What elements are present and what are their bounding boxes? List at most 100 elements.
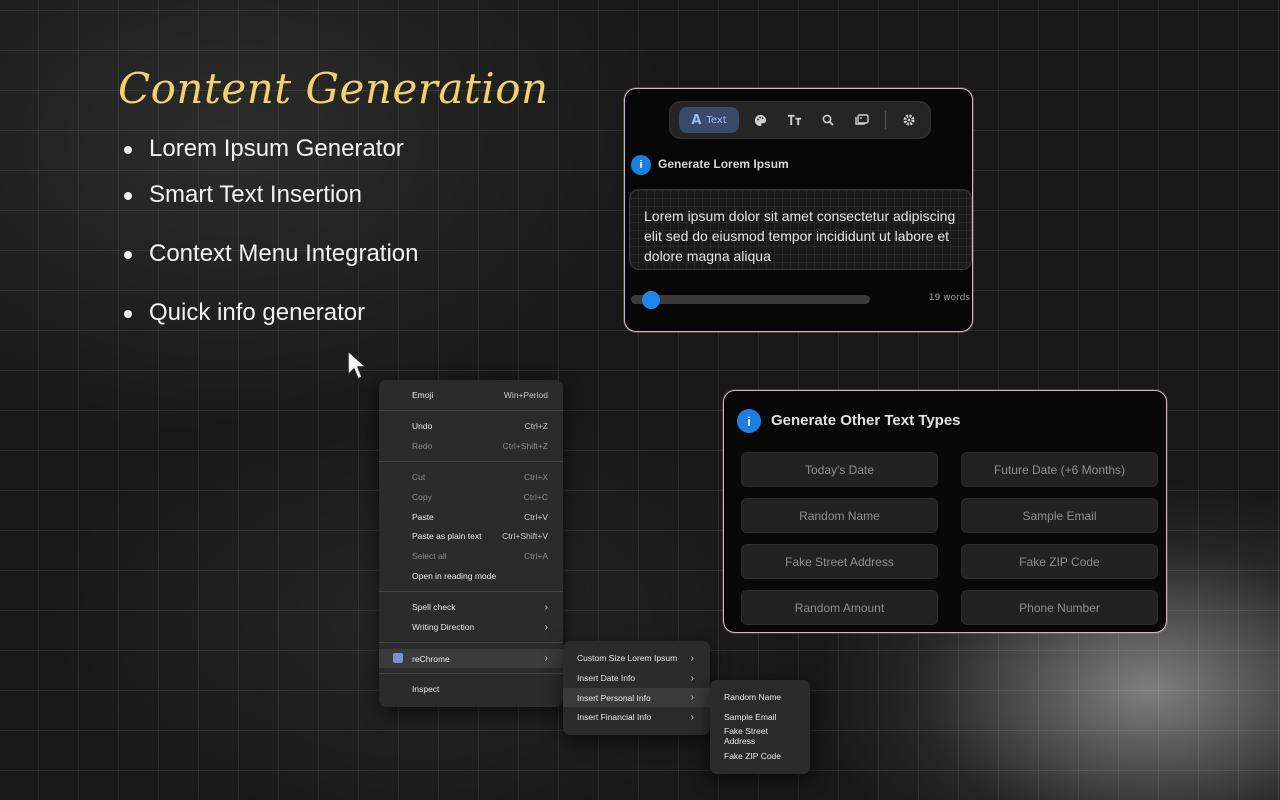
feature-label: Context Menu Integration	[149, 239, 419, 267]
lorem-ipsum-panel: A Text i Generate Lorem Ipsum Lorem ipsu…	[624, 88, 973, 332]
feature-list: Lorem Ipsum Generator Smart Text Inserti…	[124, 132, 419, 342]
submenu-item-personal-info[interactable]: Insert Personal Info ›	[563, 688, 710, 707]
menu-item-label: Inspect	[412, 684, 440, 694]
personal-info-submenu: Random Name Sample Email Fake Street Add…	[710, 680, 810, 774]
menu-item-label: Writing Direction	[412, 622, 475, 632]
feature-label: Quick info generator	[149, 298, 366, 326]
menu-item-label: Custom Size Lorem Ipsum	[577, 653, 678, 663]
fake-zip-code-button[interactable]: Fake ZIP Code	[961, 544, 1158, 579]
menu-item-label: Fake Street Address	[724, 726, 768, 746]
bullet-dot	[124, 145, 132, 154]
menu-item-select-all[interactable]: Select all Ctrl+A	[379, 547, 563, 565]
menu-item-label: Spell check	[412, 602, 456, 612]
extension-icon	[393, 653, 403, 663]
menu-item-label: Open in reading mode	[412, 571, 497, 581]
menu-item-writing-direction[interactable]: Writing Direction ›	[379, 618, 563, 636]
menu-divider	[379, 410, 563, 411]
feature-item: Lorem Ipsum Generator	[124, 132, 419, 165]
submenu-item-financial-info[interactable]: Insert Financial Info ›	[563, 708, 710, 726]
menu-item-label: Sample Email	[724, 712, 777, 722]
search-icon[interactable]	[811, 107, 845, 133]
bullet-dot	[124, 250, 132, 259]
chevron-right-icon: ›	[690, 711, 694, 723]
word-count-slider[interactable]	[631, 291, 870, 309]
menu-item-rechrome[interactable]: reChrome ›	[379, 649, 563, 668]
menu-item-label: Insert Date Info	[577, 673, 636, 683]
menu-item-spell-check[interactable]: Spell check ›	[379, 598, 563, 616]
submenu-item-zip-code[interactable]: Fake ZIP Code	[710, 747, 810, 765]
submenu-item-random-name[interactable]: Random Name	[710, 688, 810, 706]
images-icon[interactable]	[845, 107, 879, 133]
menu-item-shortcut: Ctrl+A	[524, 551, 548, 561]
menu-item-paste-plain[interactable]: Paste as plain text Ctrl+Shift+V	[379, 527, 563, 545]
mouse-cursor-icon	[347, 350, 367, 380]
gear-icon[interactable]	[892, 107, 926, 133]
menu-item-cut[interactable]: Cut Ctrl+X	[379, 468, 563, 486]
phone-number-button[interactable]: Phone Number	[961, 590, 1158, 625]
sample-email-button[interactable]: Sample Email	[961, 498, 1158, 533]
menu-item-label: Copy	[412, 492, 432, 502]
menu-item-label: Fake ZIP Code	[724, 751, 782, 761]
random-name-button[interactable]: Random Name	[741, 498, 938, 533]
submenu-item-custom-lorem[interactable]: Custom Size Lorem Ipsum ›	[563, 649, 710, 667]
menu-item-label: Redo	[412, 441, 433, 451]
context-menu: Emoji Win+Period Undo Ctrl+Z Redo Ctrl+Shif…	[379, 380, 563, 707]
menu-item-undo[interactable]: Undo Ctrl+Z	[379, 417, 563, 435]
tab-text-label: Text	[706, 114, 727, 126]
menu-item-label: Select all	[412, 551, 447, 561]
todays-date-button[interactable]: Today's Date	[741, 452, 938, 487]
other-panel-title: Generate Other Text Types	[771, 412, 961, 429]
menu-divider	[379, 673, 563, 674]
menu-item-shortcut: Ctrl+X	[524, 472, 548, 482]
chevron-right-icon: ›	[544, 601, 548, 613]
submenu-item-street-address[interactable]: Fake Street Address	[710, 726, 810, 746]
page-heading: Content Generation	[118, 64, 549, 113]
panel-toolbar: A Text	[669, 101, 931, 139]
menu-item-inspect[interactable]: Inspect	[379, 680, 563, 698]
menu-divider	[379, 461, 563, 462]
bullet-dot	[124, 309, 132, 318]
feature-item: Context Menu Integration	[124, 224, 419, 283]
other-text-types-panel: i Generate Other Text Types Today's Date…	[723, 390, 1167, 633]
menu-item-label: Insert Financial Info	[577, 712, 652, 722]
submenu-item-sample-email[interactable]: Sample Email	[710, 708, 810, 726]
menu-item-copy[interactable]: Copy Ctrl+C	[379, 488, 563, 506]
chevron-right-icon: ›	[690, 692, 694, 703]
menu-item-shortcut: Ctrl+Z	[524, 421, 548, 431]
info-icon: i	[631, 155, 651, 175]
menu-item-label: Insert Personal Info	[577, 692, 651, 703]
menu-item-shortcut: Win+Period	[503, 390, 548, 400]
word-count-label: 19 words	[928, 293, 970, 303]
menu-item-shortcut: Ctrl+V	[524, 512, 548, 522]
menu-item-shortcut: Ctrl+Shift+V	[502, 531, 548, 541]
menu-item-label: Random Name	[724, 692, 782, 702]
slider-thumb[interactable]	[642, 291, 661, 309]
palette-icon[interactable]	[743, 107, 777, 133]
lorem-text-output[interactable]: Lorem ipsum dolor sit amet consectetur a…	[629, 189, 972, 270]
generator-button-grid: Today's Date Future Date (+6 Months) Ran…	[741, 452, 1158, 625]
bullet-dot	[124, 191, 132, 200]
menu-item-label: Undo	[412, 421, 433, 431]
chevron-right-icon: ›	[690, 652, 694, 664]
menu-item-paste[interactable]: Paste Ctrl+V	[379, 508, 563, 526]
tab-text[interactable]: A Text	[679, 107, 739, 133]
chevron-right-icon: ›	[690, 672, 694, 684]
fake-street-address-button[interactable]: Fake Street Address	[741, 544, 938, 579]
text-size-icon[interactable]	[777, 107, 811, 133]
menu-item-redo[interactable]: Redo Ctrl+Shift+Z	[379, 437, 563, 455]
rechrome-submenu: Custom Size Lorem Ipsum › Insert Date Inf…	[563, 641, 710, 735]
menu-item-shortcut: Ctrl+Shift+Z	[502, 441, 548, 451]
future-date-button[interactable]: Future Date (+6 Months)	[961, 452, 1158, 487]
feature-label: Smart Text Insertion	[149, 180, 362, 208]
menu-item-label: Emoji	[412, 390, 434, 400]
menu-divider	[379, 591, 563, 592]
chevron-right-icon: ›	[544, 621, 548, 633]
menu-item-emoji[interactable]: Emoji Win+Period	[379, 386, 563, 404]
menu-item-label: reChrome	[412, 653, 450, 664]
menu-item-reading-mode[interactable]: Open in reading mode	[379, 567, 563, 585]
submenu-item-date-info[interactable]: Insert Date Info ›	[563, 669, 710, 687]
feature-label: Lorem Ipsum Generator	[149, 134, 404, 162]
chevron-right-icon: ›	[544, 653, 548, 664]
random-amount-button[interactable]: Random Amount	[741, 590, 938, 625]
lorem-panel-title: Generate Lorem Ipsum	[658, 157, 789, 171]
